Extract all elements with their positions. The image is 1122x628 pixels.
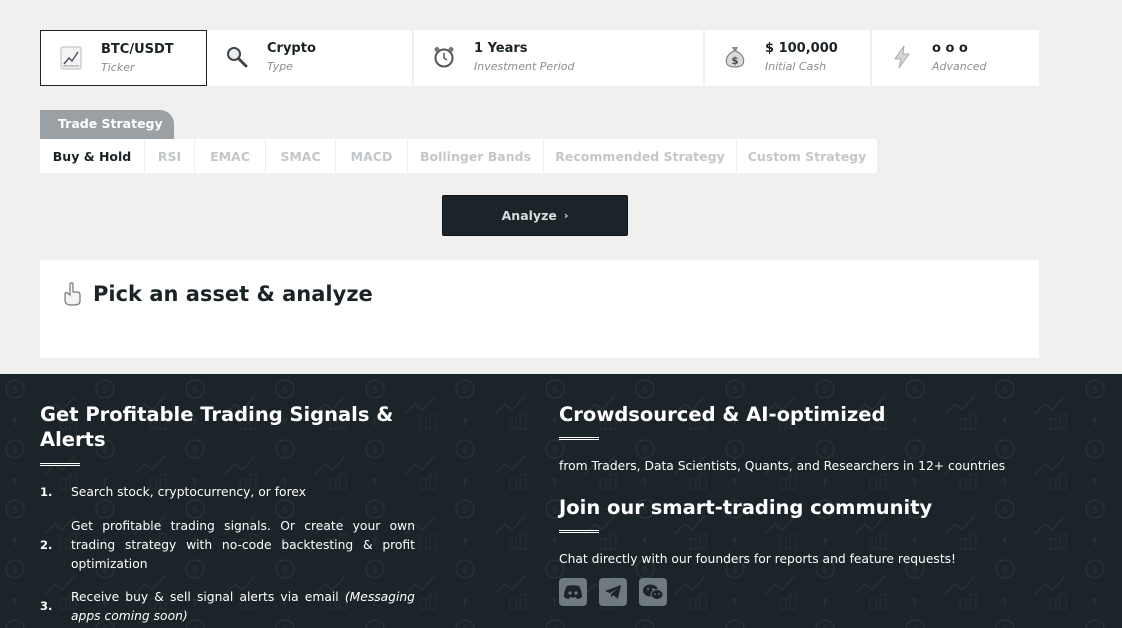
ticker-selector[interactable]: BTC/USDT Ticker	[40, 30, 207, 86]
type-label: Type	[267, 60, 294, 73]
tab-macd[interactable]: MACD	[336, 139, 408, 173]
step-text: Get profitable trading signals. Or creat…	[71, 519, 415, 571]
crowdsourced-title: Crowdsourced & AI-optimized	[559, 403, 886, 426]
advanced-value: o o o	[932, 41, 968, 56]
discord-icon[interactable]	[559, 578, 587, 606]
tab-emac[interactable]: EMAC	[195, 139, 266, 173]
cash-label: Initial Cash	[765, 60, 827, 73]
chart-icon	[59, 44, 83, 72]
list-item: 3. Receive buy & sell signal alerts via …	[40, 588, 415, 626]
trade-strategy-header: Trade Strategy	[40, 110, 174, 139]
community-title: Join our smart-trading community	[559, 496, 933, 519]
footer: $ ↑ Get Profitable Trading Signals & Ale…	[0, 374, 1122, 628]
alarm-clock-icon	[432, 43, 456, 71]
money-bag-icon: $	[723, 43, 747, 71]
step-text: Search stock, cryptocurrency, or forex	[71, 485, 306, 499]
ticker-label: Ticker	[101, 61, 135, 74]
crowdsourced-text: from Traders, Data Scientists, Quants, a…	[559, 459, 1006, 473]
analyze-label: Analyze	[501, 208, 557, 223]
advanced-label: Advanced	[932, 60, 987, 73]
tab-bollinger-bands[interactable]: Bollinger Bands	[408, 139, 544, 173]
type-selector[interactable]: Crypto Type	[207, 30, 414, 86]
result-panel: Pick an asset & analyze	[40, 260, 1039, 358]
parameter-bar: BTC/USDT Ticker Crypto Type 1 Years Inve…	[40, 30, 1039, 86]
strategy-tabs: Buy & Hold RSI EMAC SMAC MACD Bollinger …	[40, 139, 877, 173]
advanced-selector[interactable]: o o o Advanced	[872, 30, 1039, 86]
step-number: 2.	[40, 538, 53, 552]
analyze-button[interactable]: Analyze ›	[442, 195, 628, 236]
lightning-icon	[890, 43, 914, 71]
period-label: Investment Period	[474, 60, 575, 73]
tab-smac[interactable]: SMAC	[266, 139, 336, 173]
telegram-icon[interactable]	[599, 578, 627, 606]
signals-divider	[40, 463, 80, 466]
tab-buy-hold[interactable]: Buy & Hold	[40, 139, 145, 173]
list-item: 2. Get profitable trading signals. Or cr…	[40, 517, 415, 574]
community-divider	[559, 530, 599, 533]
list-item: 1. Search stock, cryptocurrency, or fore…	[40, 483, 415, 502]
social-links	[559, 578, 679, 606]
step-number: 1.	[40, 485, 53, 499]
step-text: Receive buy & sell signal alerts via ema…	[71, 590, 339, 604]
tab-recommended-strategy[interactable]: Recommended Strategy	[544, 139, 737, 173]
pointing-hand-icon	[62, 282, 82, 310]
period-value: 1 Years	[474, 41, 528, 56]
crowdsourced-divider	[559, 437, 599, 440]
tab-rsi[interactable]: RSI	[145, 139, 195, 173]
step-number: 3.	[40, 599, 53, 613]
initial-cash-selector[interactable]: $ $ 100,000 Initial Cash	[705, 30, 872, 86]
tab-custom-strategy[interactable]: Custom Strategy	[737, 139, 877, 173]
investment-period-selector[interactable]: 1 Years Investment Period	[414, 30, 705, 86]
svg-text:$: $	[732, 56, 739, 67]
type-value: Crypto	[267, 41, 316, 56]
result-title: Pick an asset & analyze	[93, 282, 373, 306]
steps-list: 1. Search stock, cryptocurrency, or fore…	[40, 483, 415, 626]
wechat-icon[interactable]	[639, 578, 667, 606]
ticker-value: BTC/USDT	[101, 42, 174, 57]
magnifier-icon	[225, 43, 249, 71]
cash-value: $ 100,000	[765, 41, 838, 56]
community-text: Chat directly with our founders for repo…	[559, 552, 956, 566]
chevron-right-icon: ›	[563, 209, 569, 222]
signals-title: Get Profitable Trading Signals & Alerts	[40, 403, 394, 451]
